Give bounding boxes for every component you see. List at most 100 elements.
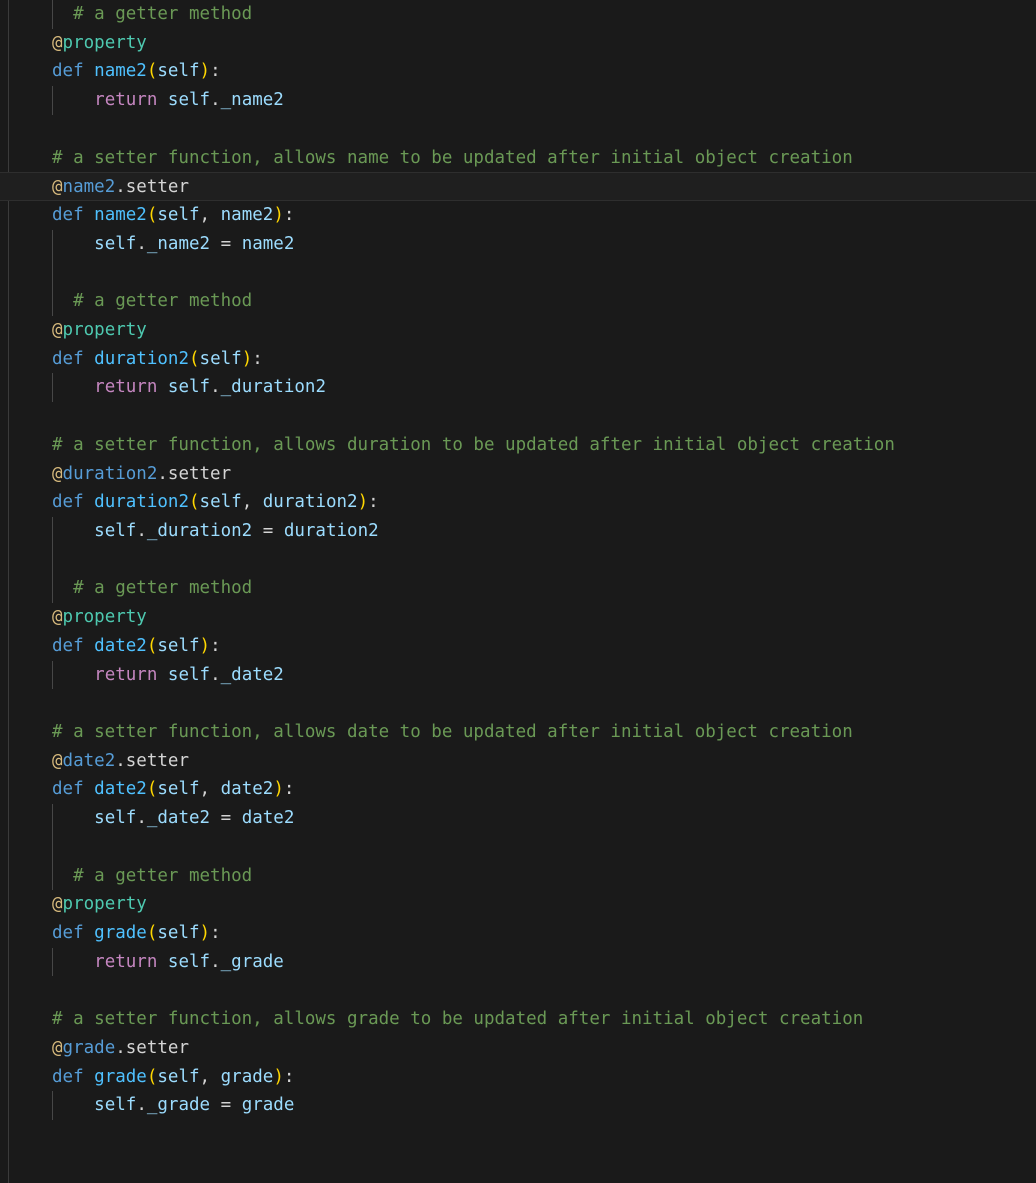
code-token-cmt: # a getter method xyxy=(73,578,253,599)
code-token-par: ) xyxy=(273,1066,284,1087)
code-line[interactable]: @name2.setter xyxy=(0,172,1036,202)
code-line[interactable]: return self._date2 xyxy=(0,660,1036,690)
code-token-var: _name2 xyxy=(220,90,284,111)
code-line[interactable]: # a setter function, allows grade to be … xyxy=(0,1005,1036,1034)
code-token-par: ) xyxy=(357,492,369,513)
code-line[interactable]: def name2(self, name2): xyxy=(0,201,1036,230)
code-token-kw: grade xyxy=(62,1037,116,1058)
code-token-pln xyxy=(52,4,73,24)
code-token-kw: def xyxy=(52,205,84,226)
code-line[interactable]: @property xyxy=(0,603,1036,632)
code-token-pln xyxy=(84,1067,95,1087)
code-line[interactable] xyxy=(0,1120,1036,1149)
code-line[interactable]: return self._duration2 xyxy=(0,373,1036,402)
code-line[interactable]: def grade(self): xyxy=(0,919,1036,948)
code-editor[interactable]: # a getter method @property def name2(self… xyxy=(0,0,1036,1183)
code-line[interactable]: return self._name2 xyxy=(0,86,1036,115)
code-line[interactable]: @property xyxy=(0,890,1036,919)
code-line[interactable]: def date2(self): xyxy=(0,632,1036,661)
code-token-fn: duration2 xyxy=(94,492,189,513)
code-line[interactable] xyxy=(0,545,1036,575)
code-line[interactable]: def name2(self): xyxy=(0,57,1036,86)
code-line[interactable]: # a getter method xyxy=(0,287,1036,316)
code-token-pln xyxy=(52,291,73,311)
code-token-pln: : xyxy=(210,923,221,943)
code-line[interactable] xyxy=(0,689,1036,718)
code-line[interactable] xyxy=(0,976,1036,1005)
code-token-par: ) xyxy=(199,635,211,656)
code-line[interactable] xyxy=(0,1149,1036,1178)
code-token-pln xyxy=(52,665,94,685)
code-token-pln xyxy=(52,866,73,886)
code-token-fn: date2 xyxy=(94,779,147,800)
code-token-pln: .setter xyxy=(115,750,189,771)
code-token-kw: name2 xyxy=(62,177,116,198)
code-token-var: self xyxy=(94,520,137,541)
code-token-pln xyxy=(84,923,95,943)
code-token-pln: : xyxy=(210,61,221,82)
code-token-pln: , xyxy=(241,492,263,513)
code-line[interactable]: def duration2(self): xyxy=(0,345,1036,374)
code-line[interactable]: self._grade = grade xyxy=(0,1091,1036,1120)
code-token-pln: , xyxy=(199,205,221,226)
code-line[interactable]: self._date2 = date2 xyxy=(0,804,1036,833)
code-line[interactable]: # a getter method xyxy=(0,0,1036,29)
code-token-par: ( xyxy=(146,1066,158,1087)
code-token-pln xyxy=(52,1095,94,1115)
code-token-var: duration2 xyxy=(262,492,358,513)
code-line[interactable] xyxy=(0,402,1036,431)
code-token-par: ) xyxy=(241,348,253,369)
code-token-pln: : xyxy=(283,779,295,800)
code-token-var: self xyxy=(157,205,200,226)
code-token-pln: : xyxy=(368,492,379,513)
code-token-kw: def xyxy=(52,779,84,800)
code-line[interactable]: # a getter method xyxy=(0,574,1036,603)
code-token-pln xyxy=(157,377,168,397)
code-line[interactable]: @grade.setter xyxy=(0,1034,1036,1063)
code-token-pln xyxy=(52,521,94,541)
code-token-var: self xyxy=(167,951,211,972)
code-line[interactable] xyxy=(0,258,1036,287)
code-line[interactable] xyxy=(0,1177,1036,1183)
code-line[interactable]: @property xyxy=(0,316,1036,345)
code-token-par: ) xyxy=(273,779,284,800)
code-line[interactable]: @duration2.setter xyxy=(0,460,1036,489)
code-token-ctl: return xyxy=(94,90,158,111)
code-line[interactable]: # a getter method xyxy=(0,861,1036,891)
code-token-fn: date2 xyxy=(94,635,147,656)
code-token-at: @ xyxy=(52,1037,63,1058)
code-line[interactable]: def duration2(self, duration2): xyxy=(0,488,1036,517)
code-token-pln: : xyxy=(210,635,221,656)
code-line[interactable]: self._duration2 = duration2 xyxy=(0,516,1036,546)
code-content[interactable]: # a getter method @property def name2(self… xyxy=(0,0,1036,1183)
code-token-at: @ xyxy=(52,750,63,771)
code-line[interactable] xyxy=(0,832,1036,862)
code-token-var: self xyxy=(157,779,200,800)
code-line[interactable]: # a setter function, allows name to be u… xyxy=(0,144,1036,173)
code-token-pln: : xyxy=(252,348,263,369)
code-token-var: _date2 xyxy=(146,808,211,829)
code-token-pln: .setter xyxy=(157,463,232,484)
code-token-op: = xyxy=(210,808,242,829)
code-token-pln: . xyxy=(210,664,221,685)
code-token-at: @ xyxy=(52,607,63,628)
code-token-var: _duration2 xyxy=(220,377,326,398)
code-line[interactable]: # a setter function, allows duration to … xyxy=(0,431,1036,460)
code-line[interactable] xyxy=(0,115,1036,144)
code-token-deco: property xyxy=(62,319,147,340)
code-token-kw: def xyxy=(52,1066,84,1087)
code-token-par: ) xyxy=(199,61,211,82)
code-token-cmt: # a setter function, allows grade to be … xyxy=(52,1009,864,1030)
code-line[interactable]: def grade(self, grade): xyxy=(0,1063,1036,1092)
code-line[interactable]: self._name2 = name2 xyxy=(0,229,1036,259)
code-line[interactable]: @date2.setter xyxy=(0,747,1036,776)
code-line[interactable]: @property xyxy=(0,29,1036,58)
code-token-var: self xyxy=(94,808,137,829)
code-token-var: _grade xyxy=(146,1095,211,1116)
code-line[interactable]: return self._grade xyxy=(0,947,1036,977)
code-token-pln xyxy=(84,349,95,369)
code-line[interactable]: # a setter function, allows date to be u… xyxy=(0,718,1036,747)
code-line[interactable]: def date2(self, date2): xyxy=(0,775,1036,804)
code-token-var: self xyxy=(199,492,242,513)
code-token-par: ( xyxy=(146,635,158,656)
